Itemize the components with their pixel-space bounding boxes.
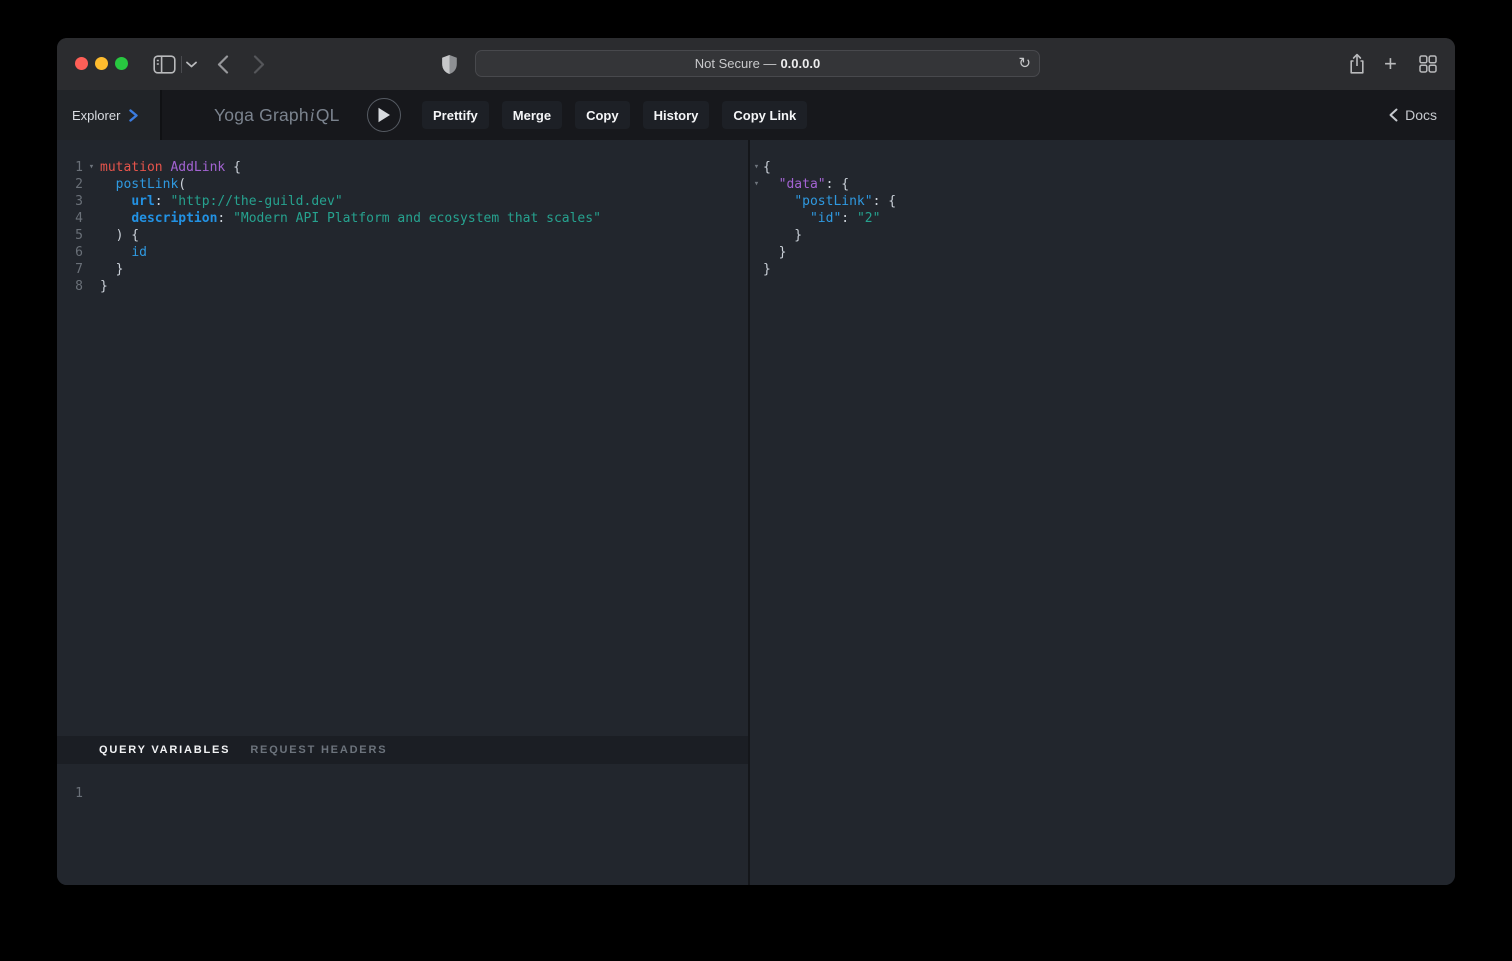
code-line: 7 } xyxy=(57,261,748,278)
code-line: 2 postLink( xyxy=(57,176,748,193)
code-text: } xyxy=(763,227,802,244)
code-line: "id": "2" xyxy=(750,210,1455,227)
line-number: 1 xyxy=(57,159,83,176)
nav-divider xyxy=(181,56,182,73)
back-button-icon[interactable] xyxy=(217,38,229,90)
tab-request-headers[interactable]: REQUEST HEADERS xyxy=(250,744,387,756)
copy-link-button[interactable]: Copy Link xyxy=(722,101,807,129)
line-number: 7 xyxy=(57,261,83,278)
explorer-toggle[interactable]: Explorer xyxy=(57,90,162,140)
fold-spacer xyxy=(750,261,763,278)
chevron-right-icon xyxy=(129,109,138,122)
share-icon[interactable] xyxy=(1348,38,1366,90)
graphiql-toolbar: Explorer Yoga GraphiQL Prettify Merge Co… xyxy=(57,90,1455,140)
fold-spacer xyxy=(83,244,100,261)
code-text: url: "http://the-guild.dev" xyxy=(100,193,343,210)
code-text: } xyxy=(763,244,786,261)
privacy-shield-icon[interactable] xyxy=(441,38,458,90)
fold-spacer xyxy=(83,278,100,295)
line-number: 8 xyxy=(57,278,83,295)
code-line: 1▾mutation AddLink { xyxy=(57,159,748,176)
line-number: 1 xyxy=(57,785,83,802)
variables-editor[interactable]: 1 xyxy=(57,764,748,885)
fold-spacer xyxy=(750,193,763,210)
docs-button[interactable]: Docs xyxy=(1389,90,1437,140)
minimize-window-button[interactable] xyxy=(95,57,108,70)
code-text: mutation AddLink { xyxy=(100,159,241,176)
browser-window: Not Secure — 0.0.0.0 ↻ + Explorer xyxy=(57,38,1455,885)
code-line: 6 id xyxy=(57,244,748,261)
browser-chrome: Not Secure — 0.0.0.0 ↻ + xyxy=(57,38,1455,90)
line-number: 3 xyxy=(57,193,83,210)
sidebar-menu-chevron-down-icon[interactable] xyxy=(186,38,197,90)
page-title: Yoga GraphiQL xyxy=(214,90,340,140)
zoom-window-button[interactable] xyxy=(115,57,128,70)
url-host: 0.0.0.0 xyxy=(780,56,820,71)
toolbar-buttons: Prettify Merge Copy History Copy Link xyxy=(422,101,807,129)
fold-spacer xyxy=(83,227,100,244)
docs-label: Docs xyxy=(1405,107,1437,123)
fold-arrow-icon[interactable]: ▾ xyxy=(750,176,763,193)
code-text: postLink( xyxy=(100,176,186,193)
code-text: "postLink": { xyxy=(763,193,896,210)
reload-icon[interactable]: ↻ xyxy=(1018,56,1031,71)
close-window-button[interactable] xyxy=(75,57,88,70)
new-tab-icon[interactable]: + xyxy=(1384,38,1397,90)
code-text: "data": { xyxy=(763,176,849,193)
fold-spacer xyxy=(83,176,100,193)
fold-arrow-icon[interactable]: ▾ xyxy=(83,159,100,176)
code-text: id xyxy=(100,244,147,261)
code-text: "id": "2" xyxy=(763,210,880,227)
variables-tabbar: QUERY VARIABLES REQUEST HEADERS xyxy=(57,736,748,764)
query-editor[interactable]: 1▾mutation AddLink {2 postLink(3 url: "h… xyxy=(57,140,748,736)
code-line: 4 description: "Modern API Platform and … xyxy=(57,210,748,227)
fold-spacer xyxy=(83,210,100,227)
code-line: } xyxy=(750,261,1455,278)
fold-spacer xyxy=(750,227,763,244)
main-area: 1▾mutation AddLink {2 postLink(3 url: "h… xyxy=(57,140,1455,885)
fold-spacer xyxy=(83,261,100,278)
code-line: ▾{ xyxy=(750,159,1455,176)
play-icon xyxy=(377,107,391,123)
fold-spacer xyxy=(750,210,763,227)
line-number: 5 xyxy=(57,227,83,244)
code-line: 5 ) { xyxy=(57,227,748,244)
code-text: } xyxy=(763,261,771,278)
traffic-lights xyxy=(75,57,128,70)
url-security-label: Not Secure — xyxy=(695,56,777,71)
fold-spacer xyxy=(83,193,100,210)
forward-button-icon[interactable] xyxy=(253,38,265,90)
tab-overview-icon[interactable] xyxy=(1419,38,1437,90)
history-button[interactable]: History xyxy=(643,101,710,129)
code-text: } xyxy=(100,261,123,278)
code-line: ▾ "data": { xyxy=(750,176,1455,193)
execute-query-button[interactable] xyxy=(367,98,401,132)
code-line: } xyxy=(750,227,1455,244)
chevron-left-icon xyxy=(1389,108,1398,122)
line-number: 4 xyxy=(57,210,83,227)
prettify-button[interactable]: Prettify xyxy=(422,101,489,129)
code-line: 8} xyxy=(57,278,748,295)
tab-query-variables[interactable]: QUERY VARIABLES xyxy=(99,744,230,756)
explorer-label: Explorer xyxy=(72,108,120,123)
merge-button[interactable]: Merge xyxy=(502,101,562,129)
query-pane: 1▾mutation AddLink {2 postLink(3 url: "h… xyxy=(57,140,748,885)
fold-arrow-icon[interactable]: ▾ xyxy=(750,159,763,176)
code-text: description: "Modern API Platform and ec… xyxy=(100,210,601,227)
code-line: "postLink": { xyxy=(750,193,1455,210)
code-text: ) { xyxy=(100,227,139,244)
code-line: 3 url: "http://the-guild.dev" xyxy=(57,193,748,210)
result-viewer[interactable]: ▾{▾ "data": { "postLink": { "id": "2" } … xyxy=(750,140,1455,885)
line-number: 2 xyxy=(57,176,83,193)
copy-button[interactable]: Copy xyxy=(575,101,630,129)
code-line: } xyxy=(750,244,1455,261)
sidebar-toggle-icon[interactable] xyxy=(153,38,176,90)
code-text: } xyxy=(100,278,108,295)
fold-spacer xyxy=(750,244,763,261)
url-bar[interactable]: Not Secure — 0.0.0.0 ↻ xyxy=(475,50,1040,77)
line-number: 6 xyxy=(57,244,83,261)
code-text: { xyxy=(763,159,771,176)
